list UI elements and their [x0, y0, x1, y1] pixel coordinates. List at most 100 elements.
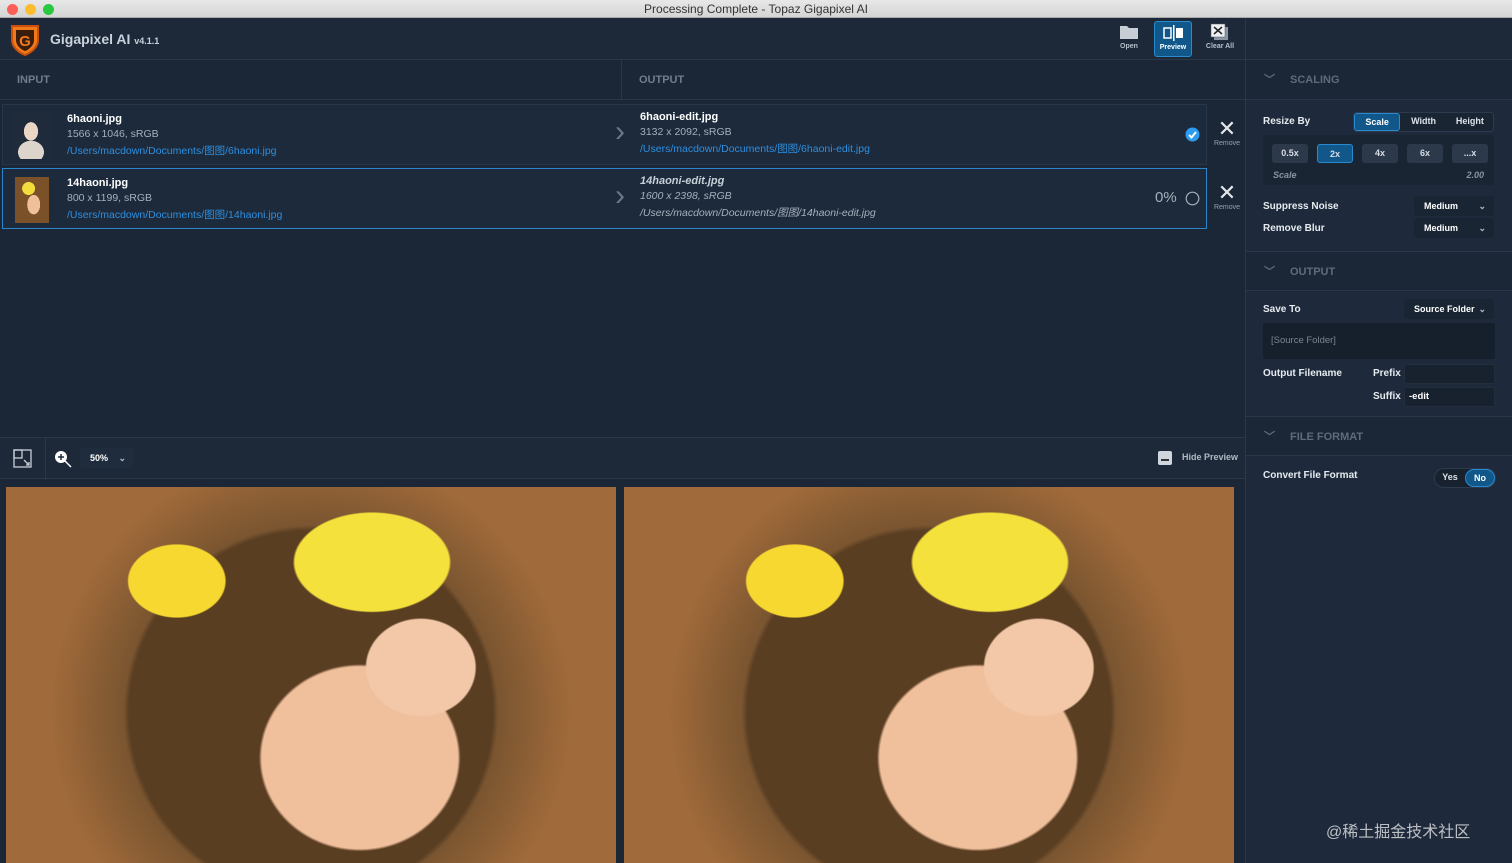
hide-preview-button[interactable]: Hide Preview [1182, 452, 1238, 462]
preview-toolbar: 50% ⌄ Hide Preview [0, 437, 1245, 480]
scale-label: Scale [1273, 170, 1297, 180]
convert-format-toggle: Yes No [1434, 468, 1496, 488]
remove-button[interactable]: ✕ Remove [1209, 180, 1245, 212]
zoom-level-dropdown[interactable]: 50% ⌄ [80, 448, 134, 468]
pending-circle-icon [1185, 191, 1200, 206]
split-preview-icon [1155, 22, 1191, 44]
convert-yes-button[interactable]: Yes [1435, 469, 1465, 487]
close-icon: ✕ [1217, 180, 1237, 205]
file-row[interactable]: 6haoni.jpg 1566 x 1046, sRGB /Users/macd… [2, 104, 1207, 165]
input-thumbnail [11, 113, 51, 159]
zoom-in-icon[interactable] [53, 449, 73, 469]
input-path-link[interactable]: /Users/macdown/Documents/图图/6haoni.jpg [67, 143, 277, 158]
suffix-label: Suffix [1373, 391, 1401, 402]
gigapixel-logo-icon: G [11, 25, 39, 56]
scale-value[interactable]: 2.00 [1451, 170, 1484, 180]
progress-percent: 0% [1155, 189, 1177, 206]
mode-scale-button[interactable]: Scale [1354, 113, 1401, 131]
suppress-noise-label: Suppress Noise [1263, 201, 1339, 212]
output-path: /Users/macdown/Documents/图图/14haoni-edit… [640, 207, 876, 219]
save-to-dropdown[interactable]: Source Folder ⌄ [1404, 299, 1494, 319]
remove-label: Remove [1213, 140, 1241, 147]
output-title: OUTPUT [1290, 266, 1336, 278]
suffix-input[interactable]: -edit [1404, 387, 1495, 407]
zoom-window-button[interactable] [43, 4, 54, 15]
chevron-down-icon: ﹀ [1264, 431, 1275, 443]
prefix-input[interactable] [1404, 364, 1495, 384]
file-row-selected[interactable]: 14haoni.jpg 800 x 1199, sRGB /Users/macd… [2, 168, 1207, 229]
output-section-header[interactable]: ﹀ OUTPUT [1246, 251, 1512, 291]
folder-icon [1110, 21, 1148, 43]
watermark: @稀土掘金技术社区 [1326, 824, 1471, 841]
convert-no-button[interactable]: No [1465, 469, 1495, 487]
input-meta: 800 x 1199, sRGB [67, 192, 153, 204]
output-meta: 1600 x 2398, sRGB [640, 190, 732, 202]
input-path-link[interactable]: /Users/macdown/Documents/图图/14haoni.jpg [67, 207, 282, 222]
app-name: Gigapixel AI [50, 31, 131, 47]
mode-width-button[interactable]: Width [1400, 113, 1446, 131]
scaling-section-header[interactable]: ﹀ SCALING [1246, 60, 1512, 100]
scale-4x-button[interactable]: 4x [1362, 144, 1398, 163]
output-column-header: OUTPUT [622, 60, 1245, 100]
chevron-down-icon: ⌄ [118, 453, 126, 463]
settings-panel: ﹀ SCALING Resize By Scale Width Height 0.… [1245, 60, 1512, 863]
output-filename: 6haoni-edit.jpg [640, 111, 719, 123]
close-icon: ✕ [1217, 116, 1237, 141]
suppress-noise-value: Medium [1424, 201, 1459, 211]
output-path-link[interactable]: /Users/macdown/Documents/图图/6haoni-edit.… [640, 141, 870, 156]
remove-blur-value: Medium [1424, 223, 1459, 233]
app-version: v4.1.1 [134, 36, 160, 46]
clear-all-label: Clear All [1205, 43, 1235, 50]
input-meta: 1566 x 1046, sRGB [67, 128, 159, 140]
title-bar: Processing Complete - Topaz Gigapixel AI [0, 0, 1512, 18]
input-thumbnail [15, 177, 49, 223]
minimize-window-button[interactable] [25, 4, 36, 15]
resize-mode-segmented: Scale Width Height [1353, 112, 1494, 132]
clear-all-icon [1201, 21, 1239, 43]
save-to-value: Source Folder [1414, 304, 1475, 314]
scale-0.5x-button[interactable]: 0.5x [1272, 144, 1308, 163]
app-header: G Gigapixel AI v4.1.1 Open Preview Clear… [0, 18, 1245, 60]
output-meta: 3132 x 2092, sRGB [640, 126, 732, 138]
scaling-title: SCALING [1290, 74, 1340, 86]
scale-2x-button[interactable]: 2x [1317, 144, 1353, 163]
output-filename: 14haoni-edit.jpg [640, 175, 725, 187]
scale-6x-button[interactable]: 6x [1407, 144, 1443, 163]
chevron-down-icon: ⌄ [1478, 201, 1486, 211]
clear-all-button[interactable]: Clear All [1201, 21, 1239, 57]
convert-format-label: Convert File Format [1263, 470, 1358, 481]
zoom-level-value: 50% [90, 453, 109, 463]
remove-blur-dropdown[interactable]: Medium ⌄ [1414, 218, 1494, 238]
chevron-down-icon: ﹀ [1264, 266, 1275, 278]
preview-button[interactable]: Preview [1154, 21, 1192, 57]
hide-preview-icon[interactable] [1158, 451, 1172, 465]
input-filename: 6haoni.jpg [67, 113, 122, 125]
remove-button[interactable]: ✕ Remove [1209, 116, 1245, 148]
input-column-header: INPUT [0, 60, 622, 100]
open-button[interactable]: Open [1110, 21, 1148, 57]
close-window-button[interactable] [7, 4, 18, 15]
logo-letter: G [19, 33, 31, 50]
open-label: Open [1120, 43, 1138, 50]
output-preview-image[interactable] [624, 487, 1234, 863]
remove-blur-label: Remove Blur [1263, 223, 1325, 234]
check-complete-icon [1185, 127, 1200, 142]
right-header [1245, 18, 1512, 60]
input-preview-image[interactable] [6, 487, 616, 863]
file-format-section-header[interactable]: ﹀ FILE FORMAT [1246, 416, 1512, 456]
scale-custom-button[interactable]: ...x [1452, 144, 1488, 163]
chevron-down-icon: ⌄ [1478, 223, 1486, 233]
suppress-noise-dropdown[interactable]: Medium ⌄ [1414, 196, 1494, 216]
file-format-title: FILE FORMAT [1290, 431, 1364, 443]
mode-height-button[interactable]: Height [1447, 113, 1493, 131]
chevron-down-icon: ⌄ [1478, 304, 1486, 314]
window-title: Processing Complete - Topaz Gigapixel AI [644, 2, 868, 16]
folder-path-field[interactable]: [Source Folder] [1263, 323, 1495, 359]
fit-to-window-icon[interactable] [13, 449, 32, 468]
arrow-right-icon: › [615, 179, 625, 212]
remove-label: Remove [1213, 204, 1241, 211]
resize-by-label: Resize By [1263, 116, 1311, 127]
chevron-down-icon: ﹀ [1264, 74, 1275, 86]
input-filename: 14haoni.jpg [67, 177, 129, 189]
arrow-right-icon: › [615, 115, 625, 148]
